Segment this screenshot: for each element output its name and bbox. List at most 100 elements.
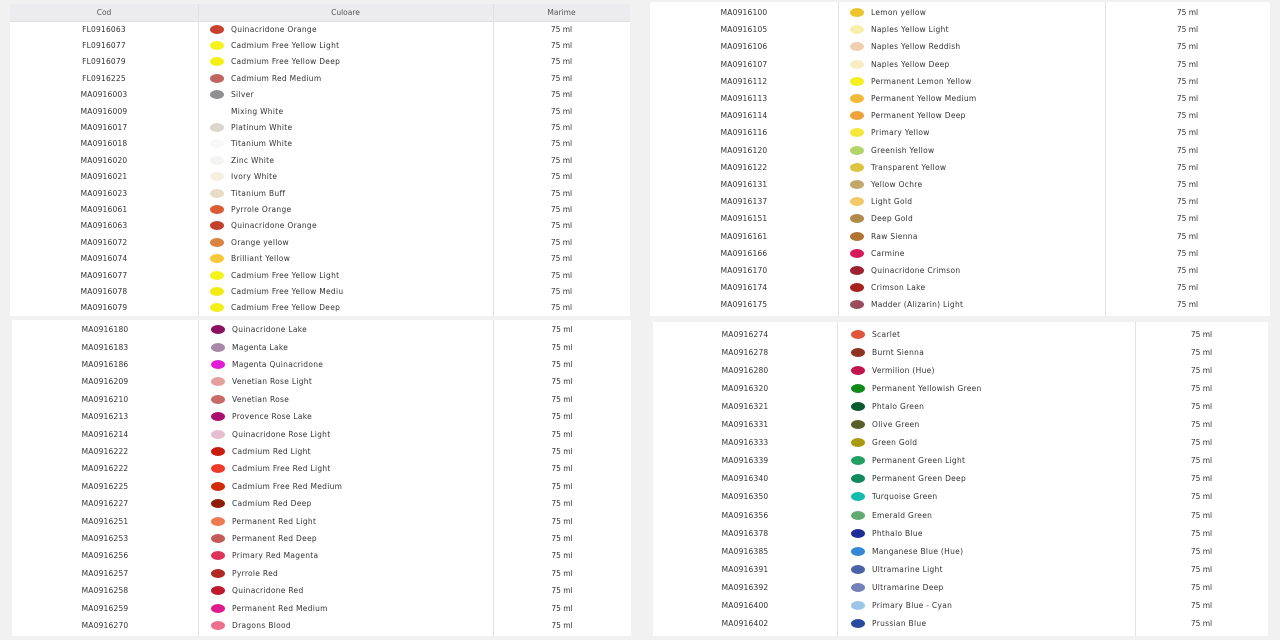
color-swatch [850, 25, 864, 35]
color-cell: Ultramarine Deep [851, 578, 944, 596]
color-swatch [210, 155, 224, 165]
color-name: Venetian Rose Light [232, 377, 313, 387]
color-name: Quinacridone Red [232, 586, 304, 596]
color-swatch [851, 365, 865, 375]
product-size: 75 ml [550, 41, 573, 51]
product-size: 75 ml [1190, 546, 1213, 556]
product-code: MA0916063 [80, 221, 128, 231]
product-size: 75 ml [550, 221, 573, 231]
color-name: Carmine [871, 248, 905, 258]
product-code: MA0916340 [721, 474, 769, 484]
color-name: Magenta Lake [232, 342, 289, 352]
color-name: Light Gold [871, 197, 913, 207]
table-row: MA0916078 Cadmium Free Yellow Mediu 75 ml [10, 283, 630, 299]
table-row: MA0916222 Cadmium Red Light 75 ml [12, 443, 631, 460]
table-row: FL0916077 Cadmium Free Yellow Light 75 ml [10, 37, 630, 53]
color-name: Platinum White [231, 123, 293, 133]
product-code: MA0916078 [80, 287, 128, 297]
product-code: MA0916227 [81, 499, 129, 509]
table-row: MA0916210 Venetian Rose 75 ml [12, 391, 631, 408]
color-cell: Permanent Green Deep [851, 470, 966, 488]
table-row: MA0916259 Permanent Red Medium 75 ml [12, 599, 631, 616]
color-swatch [850, 8, 864, 18]
product-size: 75 ml [551, 342, 573, 352]
color-cell: Primary Yellow [850, 124, 930, 141]
color-cell: Titanium White [210, 136, 292, 152]
product-size: 75 ml [1176, 94, 1199, 104]
color-swatch [851, 528, 865, 538]
product-size: 75 ml [550, 106, 573, 116]
product-code: MA0916257 [81, 568, 129, 578]
color-name: Green Gold [872, 438, 918, 448]
color-cell: Quinacridone Red [211, 582, 304, 599]
color-cell: Pyrrole Red [211, 565, 278, 582]
product-code: MA0916385 [721, 546, 769, 556]
color-name: Greenish Yellow [871, 145, 935, 155]
table-row: MA0916340 Permanent Green Deep 75 ml [653, 470, 1268, 488]
table-row: MA0916072 Orange yellow 75 ml [10, 234, 630, 250]
product-code: MA0916021 [80, 172, 128, 182]
product-size: 75 ml [1190, 528, 1213, 538]
color-name: Pyrrole Red [232, 568, 279, 578]
table-row: MA0916116 Primary Yellow 75 ml [650, 124, 1270, 141]
product-code: MA0916251 [81, 516, 129, 526]
color-swatch [850, 42, 864, 52]
color-name: Cadmium Free Red Medium [232, 481, 343, 491]
color-swatch [210, 303, 224, 313]
color-swatch [851, 474, 865, 484]
product-size: 75 ml [550, 123, 573, 133]
table-row: MA0916077 Cadmium Free Yellow Light 75 ml [10, 267, 630, 283]
color-table-1: Cod Culoare Marime FL0916063 Quinacridone… [10, 4, 630, 316]
color-cell: Permanent Yellow Medium [850, 90, 977, 107]
product-size: 75 ml [1176, 128, 1199, 138]
color-swatch [851, 420, 865, 430]
color-swatch [211, 394, 225, 404]
color-cell: Raw Sienna [850, 228, 918, 245]
color-swatch [851, 582, 865, 592]
color-name: Vermilion (Hue) [872, 365, 935, 375]
table-row: MA0916391 Ultramarine Light 75 ml [653, 560, 1268, 578]
color-cell: Cadmium Free Red Medium [211, 478, 342, 495]
product-size: 75 ml [551, 359, 573, 369]
table-row: MA0916214 Quinacridone Rose Light 75 ml [12, 425, 631, 442]
product-size: 75 ml [1190, 601, 1213, 611]
color-cell: Lemon yellow [850, 4, 926, 21]
color-name: Mixing White [231, 106, 284, 116]
color-swatch [850, 59, 864, 69]
color-name: Quinacridone Orange [231, 221, 317, 231]
color-name: Emerald Green [872, 510, 933, 520]
color-swatch [210, 123, 224, 133]
table-row: FL0916225 Cadmium Red Medium 75 ml [10, 70, 630, 86]
color-cell: Phtalo Green [851, 397, 924, 415]
color-name: Lemon yellow [871, 8, 927, 18]
product-code: MA0916137 [720, 197, 768, 207]
table-row: MA0916339 Permanent Green Light 75 ml [653, 452, 1268, 470]
color-cell: Orange yellow [210, 234, 289, 250]
color-name: Permanent Yellow Medium [871, 94, 977, 104]
table-row: MA0916112 Permanent Lemon Yellow 75 ml [650, 73, 1270, 90]
color-cell: Magenta Quinacridone [211, 356, 323, 373]
product-code: MA0916350 [721, 492, 769, 502]
product-code: MA0916180 [81, 325, 129, 335]
table-row: MA0916392 Ultramarine Deep 75 ml [653, 578, 1268, 596]
product-code: MA0916122 [720, 162, 768, 172]
color-name: Cadmium Red Deep [232, 499, 312, 509]
color-cell: Dragons Blood [211, 617, 291, 634]
product-size: 75 ml [1190, 510, 1213, 520]
table-row: MA0916151 Deep Gold 75 ml [650, 210, 1270, 227]
color-cell: Cadmium Free Yellow Mediu [210, 283, 343, 299]
product-size: 75 ml [551, 516, 573, 526]
color-cell: Venetian Rose [211, 391, 289, 408]
product-code: MA0916131 [720, 180, 768, 190]
product-code: MA0916378 [721, 528, 769, 538]
table-row: MA0916063 Quinacridone Orange 75 ml [10, 218, 630, 234]
product-code: MA0916214 [81, 429, 129, 439]
color-cell: Burnt Sienna [851, 343, 924, 361]
product-code: MA0916112 [720, 76, 768, 86]
color-cell: Quinacridone Orange [210, 21, 317, 37]
product-size: 75 ml [551, 586, 573, 596]
color-name: Cadmium Free Yellow Light [231, 270, 340, 280]
product-code: MA0916225 [81, 481, 129, 491]
product-size: 75 ml [1176, 300, 1199, 310]
color-name: Phthalo Blue [872, 528, 923, 538]
